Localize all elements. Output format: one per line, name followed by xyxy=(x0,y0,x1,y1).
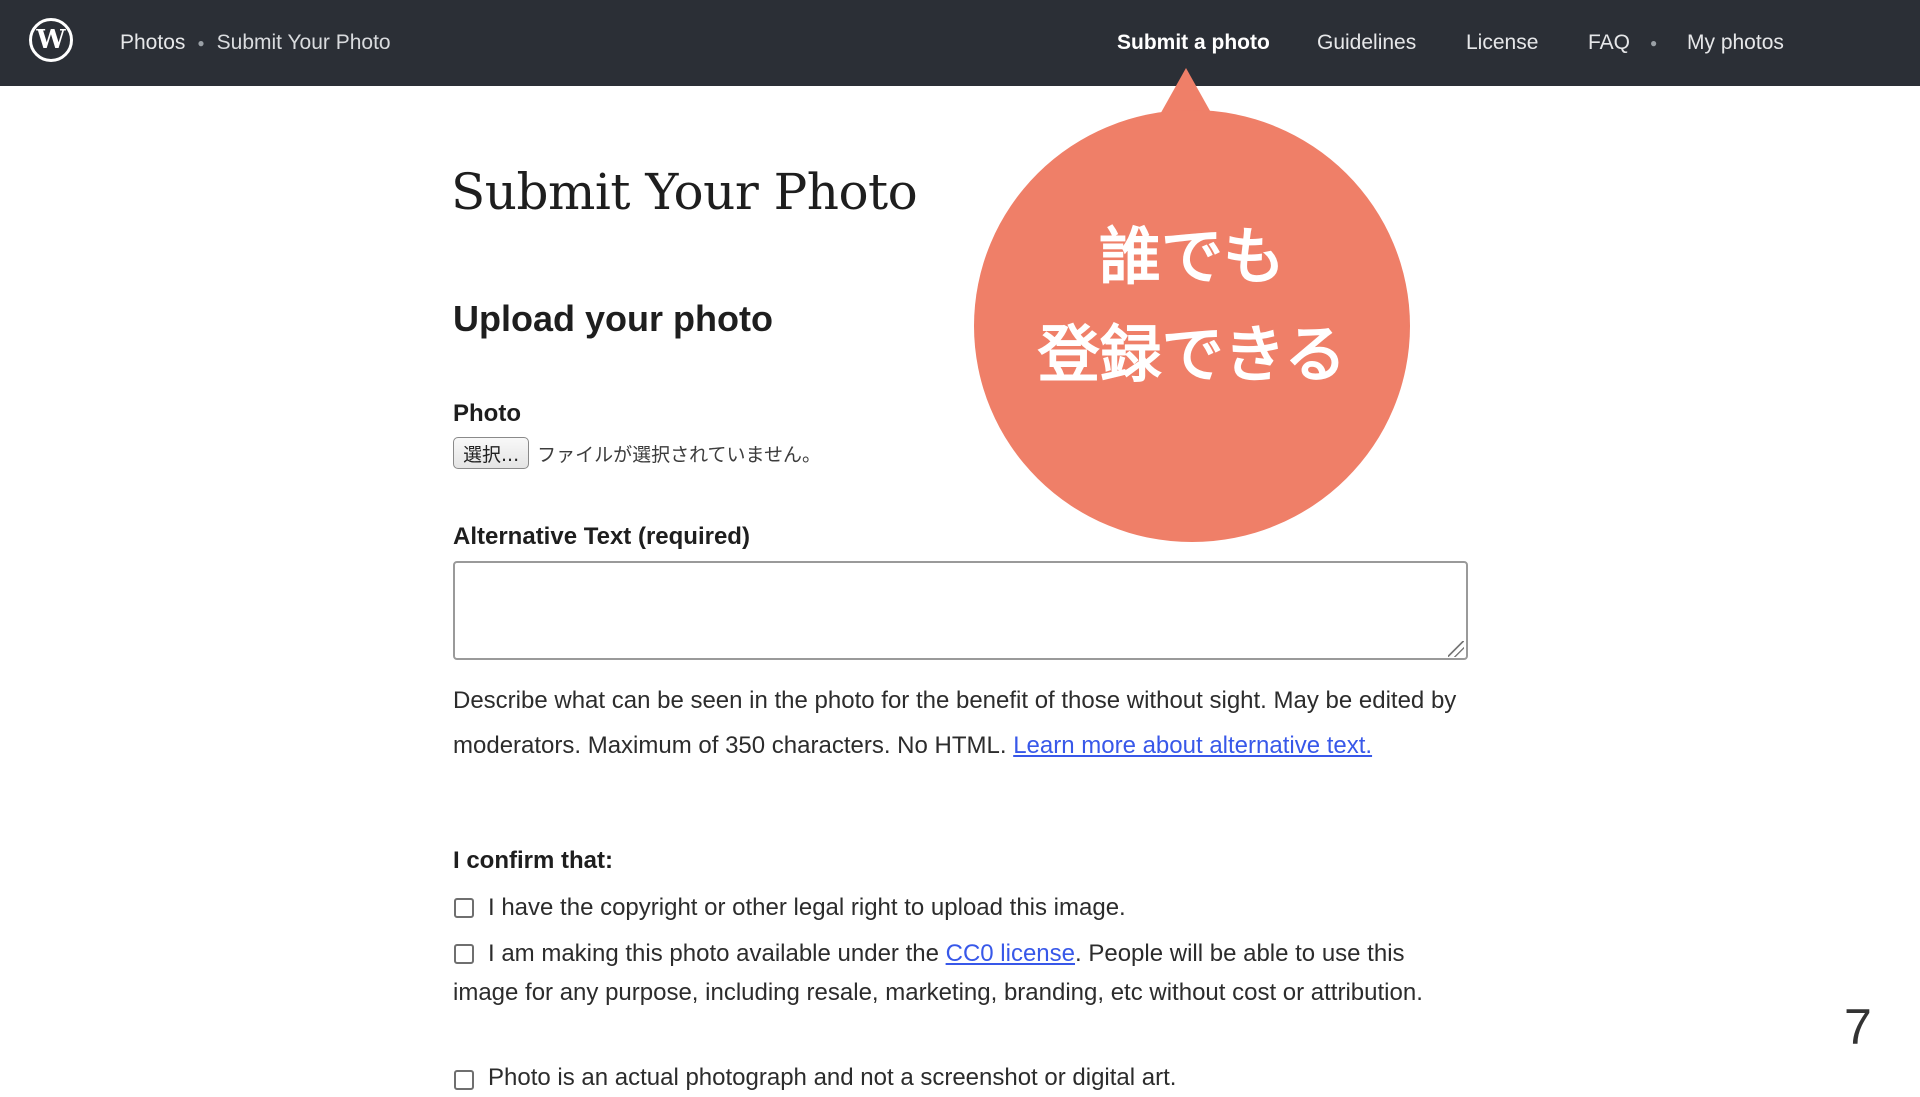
section-title: Upload your photo xyxy=(453,298,773,339)
nav-submit-photo[interactable]: Submit a photo xyxy=(1117,31,1270,55)
nav-guidelines[interactable]: Guidelines xyxy=(1317,31,1416,55)
copyright-checkbox[interactable] xyxy=(454,898,474,918)
nav-license[interactable]: License xyxy=(1466,31,1538,55)
callout-line-1: 誰でも xyxy=(1098,220,1285,293)
file-status-text: ファイルが選択されていません。 xyxy=(537,443,821,466)
actual-photo-checkbox[interactable] xyxy=(454,1070,474,1090)
confirm-label: I confirm that: xyxy=(453,847,613,874)
alt-text-field[interactable] xyxy=(453,561,1468,660)
cc0-license-link[interactable]: CC0 license xyxy=(946,940,1075,967)
learn-more-alt-text-link[interactable]: Learn more about alternative text. xyxy=(1013,732,1372,759)
choose-file-button[interactable]: 選択... xyxy=(453,437,530,469)
resize-handle-icon[interactable] xyxy=(1448,641,1464,657)
slide-number: 7 xyxy=(1844,999,1872,1055)
nav-faq[interactable]: FAQ xyxy=(1588,31,1630,55)
photo-label: Photo xyxy=(453,400,521,427)
cc0-label-prefix: I am making this photo available under t… xyxy=(488,940,946,967)
cc0-checkbox-label: I am making this photo available under t… xyxy=(453,934,1473,1012)
callout-bubble: 誰でも 登録できる xyxy=(974,110,1410,542)
alt-text-label: Alternative Text (required) xyxy=(453,523,750,550)
nav-separator: ● xyxy=(1650,36,1658,50)
copyright-checkbox-label: I have the copyright or other legal righ… xyxy=(488,894,1126,921)
photo-file-picker: 選択... ファイルが選択されていません。 xyxy=(453,437,821,469)
main-navigation: Submit a photo Guidelines License FAQ ● … xyxy=(0,0,1920,86)
nav-my-photos[interactable]: My photos xyxy=(1687,31,1784,55)
page-title: Submit Your Photo xyxy=(451,163,918,221)
actual-photo-checkbox-label: Photo is an actual photograph and not a … xyxy=(488,1064,1177,1091)
callout-line-2: 登録できる xyxy=(1037,318,1347,391)
alt-text-help: Describe what can be seen in the photo f… xyxy=(453,678,1473,768)
top-navigation-bar: W Photos ● Submit Your Photo Submit a ph… xyxy=(0,0,1920,86)
